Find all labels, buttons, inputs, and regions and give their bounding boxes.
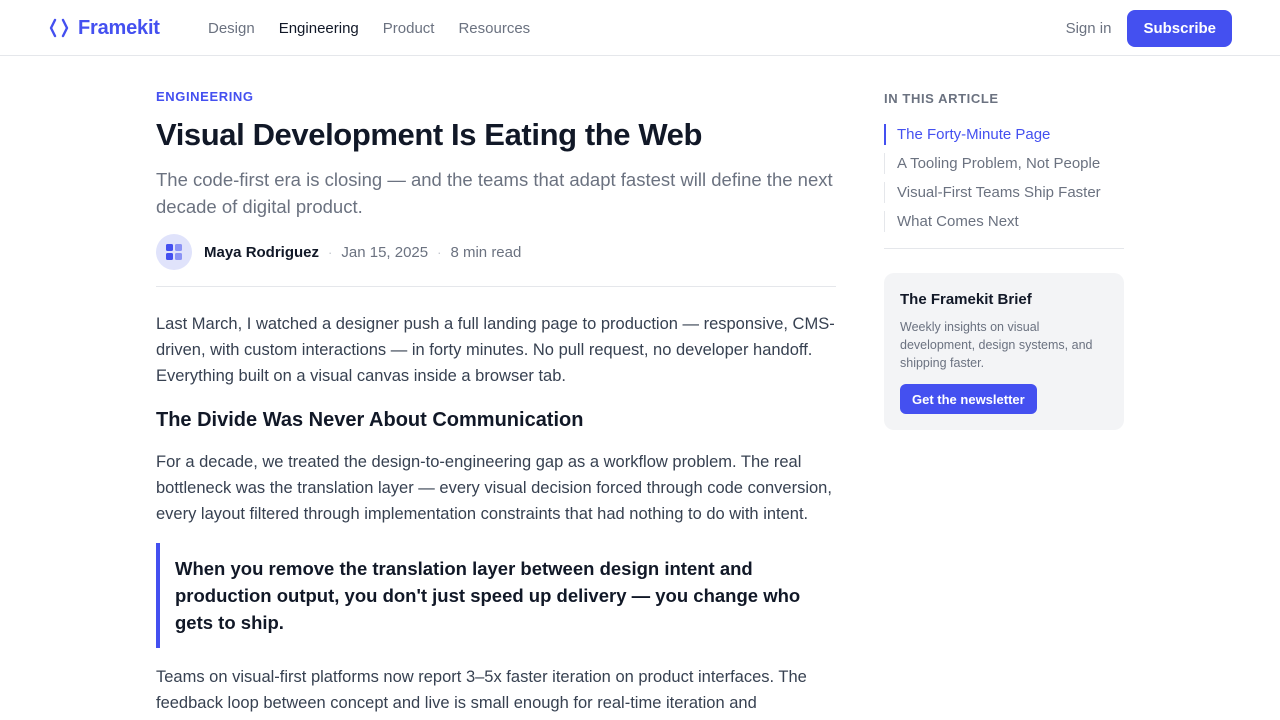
closing-paragraph: Teams on visual-first platforms now repo… <box>156 668 807 712</box>
author-avatar <box>156 234 192 270</box>
primary-nav: Design Engineering Product Resources <box>208 0 530 56</box>
subscribe-button[interactable]: Subscribe <box>1127 9 1232 47</box>
grid-avatar-icon <box>166 244 182 260</box>
pull-quote: When you remove the translation layer be… <box>156 543 836 648</box>
newsletter-card: The Framekit Brief Weekly insights on vi… <box>884 273 1124 430</box>
article-subtitle: The code-first era is closing — and the … <box>156 169 833 217</box>
toc-item-forty-minute-page[interactable]: The Forty-Minute Page <box>884 124 1124 145</box>
article-byline: Maya Rodriguez · Jan 15, 2025 · 8 min re… <box>156 234 836 270</box>
author-name[interactable]: Maya Rodriguez <box>204 244 319 261</box>
toc-item-visual-first-teams[interactable]: Visual-First Teams Ship Faster <box>884 182 1124 203</box>
toc-item-tooling-problem[interactable]: A Tooling Problem, Not People <box>884 153 1124 174</box>
nav-link-engineering[interactable]: Engineering <box>279 20 359 37</box>
sidebar-divider <box>884 248 1124 249</box>
code-brackets-icon <box>48 17 70 39</box>
article: ENGINEERING Visual Development Is Eating… <box>156 88 836 716</box>
article-sidebar: IN THIS ARTICLE The Forty-Minute Page A … <box>884 90 1124 430</box>
intro-paragraph: Last March, I watched a designer push a … <box>156 315 835 385</box>
toc-item-what-comes-next[interactable]: What Comes Next <box>884 211 1124 232</box>
article-title: Visual Development Is Eating the Web <box>156 117 703 152</box>
brand-logo[interactable]: Framekit <box>48 14 160 42</box>
separator-dot: · <box>328 244 333 260</box>
brand-name: Framekit <box>78 16 160 39</box>
article-divider <box>156 286 836 287</box>
read-time: 8 min read <box>450 243 522 261</box>
newsletter-description: Weekly insights on visual development, d… <box>900 320 1093 370</box>
top-navigation: Framekit Design Engineering Product Reso… <box>0 0 1280 56</box>
toc-heading: IN THIS ARTICLE <box>884 91 999 106</box>
publish-date: Jan 15, 2025 <box>341 243 429 261</box>
nav-link-product[interactable]: Product <box>383 20 435 37</box>
section-paragraph: For a decade, we treated the design-to-e… <box>156 453 832 523</box>
sign-in-link[interactable]: Sign in <box>1066 20 1112 37</box>
table-of-contents: The Forty-Minute Page A Tooling Problem,… <box>884 124 1124 232</box>
separator-dot: · <box>437 244 442 260</box>
newsletter-title: The Framekit Brief <box>900 291 1032 308</box>
section-heading: The Divide Was Never About Communication <box>156 409 584 431</box>
nav-link-resources[interactable]: Resources <box>458 20 530 37</box>
get-newsletter-button[interactable]: Get the newsletter <box>900 384 1037 414</box>
nav-link-design[interactable]: Design <box>208 20 255 37</box>
article-category: ENGINEERING <box>156 89 254 104</box>
nav-actions: Sign in Subscribe <box>1066 0 1232 56</box>
